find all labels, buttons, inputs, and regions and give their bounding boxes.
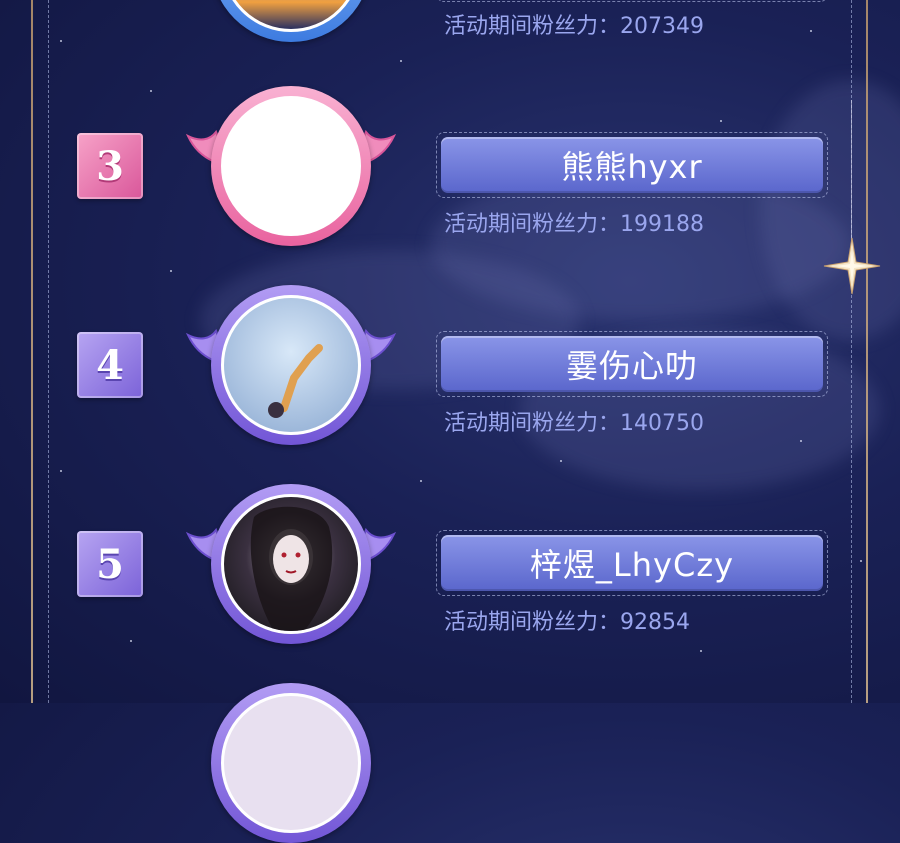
avatar-rank-2[interactable]: [186, 0, 396, 42]
fans-rank-5: 活动期间粉丝力：92854: [444, 610, 691, 635]
left-dashed-border: [48, 0, 49, 703]
avatar-ring: [211, 86, 371, 246]
username-rank-4: 霎伤心叻: [441, 336, 823, 392]
sparkle-star-icon: [823, 237, 881, 295]
avatar-image: [221, 96, 361, 236]
avatar-rank-5[interactable]: [186, 484, 396, 644]
avatar-ring: [211, 484, 371, 644]
name-box-rank-3[interactable]: 熊熊hyxr: [436, 132, 828, 198]
name-box-rank-2: [436, 0, 828, 2]
username-rank-3: 熊熊hyxr: [441, 137, 823, 193]
avatar-rank-6[interactable]: [186, 683, 396, 843]
avatar-image: [221, 295, 361, 435]
avatar-rank-3[interactable]: [186, 86, 396, 246]
fans-rank-3: 活动期间粉丝力：199188: [444, 212, 704, 237]
name-box-rank-5[interactable]: 梓煜_LhyCzy: [436, 530, 828, 596]
star-string: [851, 100, 852, 242]
username-rank-5: 梓煜_LhyCzy: [441, 535, 823, 591]
fans-rank-4: 活动期间粉丝力：140750: [444, 411, 704, 436]
rank-badge-3: 3: [77, 133, 143, 199]
right-gold-border: [866, 0, 868, 703]
avatar-image: [221, 0, 361, 32]
avatar-ring: [211, 285, 371, 445]
left-gold-border: [31, 0, 33, 703]
avatar-image: [221, 494, 361, 634]
name-box-rank-4[interactable]: 霎伤心叻: [436, 331, 828, 397]
fans-rank-2: 活动期间粉丝力：207349: [444, 14, 704, 39]
rank-badge-4: 4: [77, 332, 143, 398]
avatar-ring: [211, 0, 371, 42]
rank-badge-5: 5: [77, 531, 143, 597]
avatar-ring: [211, 683, 371, 843]
avatar-image: [221, 693, 361, 833]
avatar-rank-4[interactable]: [186, 285, 396, 445]
